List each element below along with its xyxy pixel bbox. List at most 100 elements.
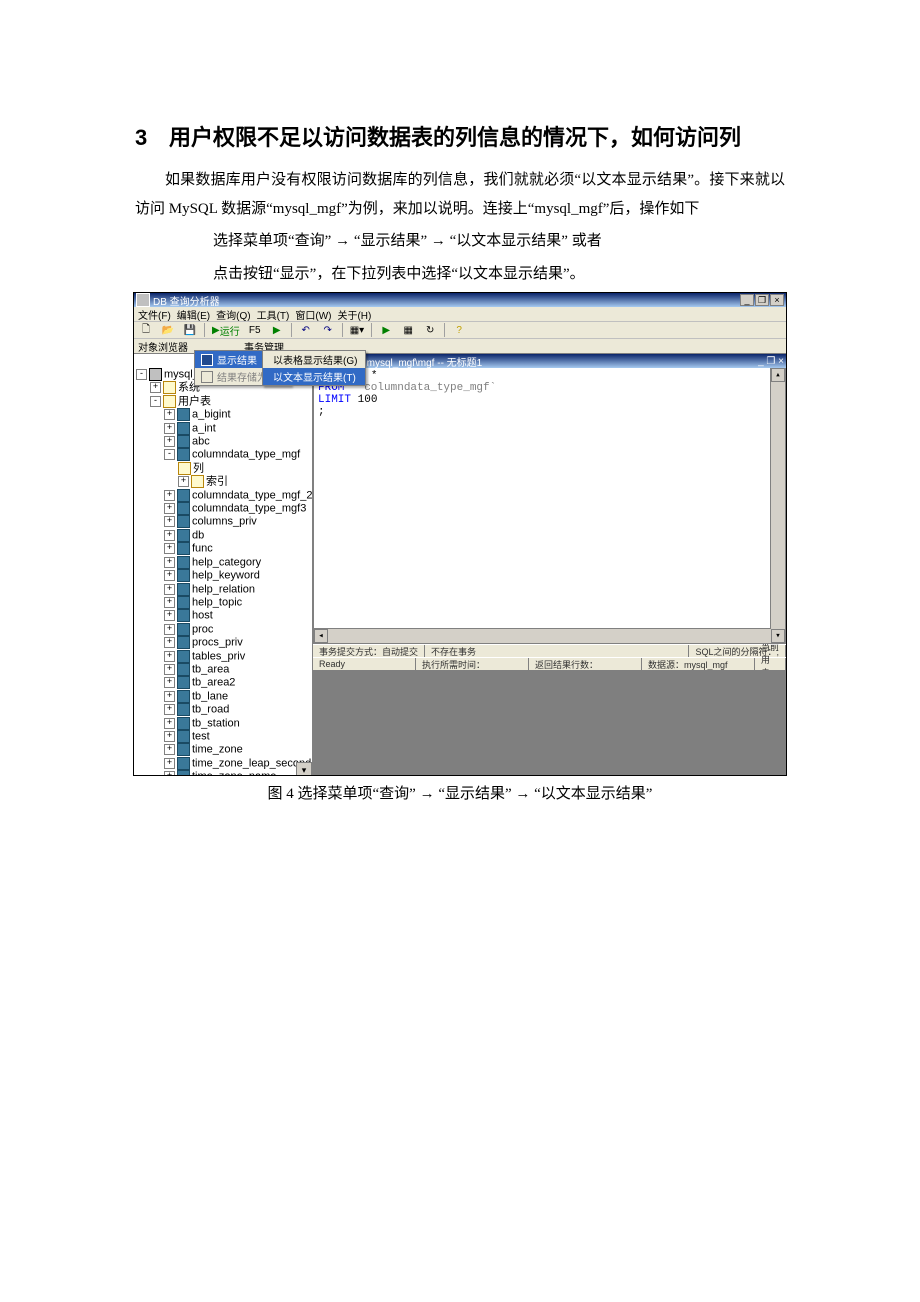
expander-icon[interactable]: + bbox=[164, 557, 175, 568]
results-button[interactable]: ▦ bbox=[398, 322, 418, 338]
tree-table-open[interactable]: - columndata_type_mgf bbox=[134, 448, 312, 461]
tree-table[interactable]: +tb_area bbox=[134, 663, 312, 676]
sql-editor[interactable]: SELECT * FROM `columndata_type_mgf` LIMI… bbox=[313, 368, 786, 644]
menu-file[interactable]: 文件(F) bbox=[138, 307, 171, 322]
tree-table[interactable]: +host bbox=[134, 609, 312, 622]
menu-query[interactable]: 查询(Q) bbox=[216, 307, 250, 322]
tree-columns-folder[interactable]: 列 bbox=[134, 462, 312, 475]
new-button[interactable]: 🗋 bbox=[136, 322, 156, 338]
expander-icon[interactable]: + bbox=[164, 771, 175, 776]
expander-icon[interactable]: + bbox=[178, 476, 189, 487]
expander-icon[interactable]: + bbox=[164, 637, 175, 648]
display-dropdown-button[interactable]: ▦▾ bbox=[347, 322, 367, 338]
expander-icon[interactable]: + bbox=[164, 597, 175, 608]
tree-table[interactable]: +help_relation bbox=[134, 583, 312, 596]
expander-icon[interactable]: + bbox=[164, 409, 175, 420]
expander-icon[interactable]: + bbox=[164, 744, 175, 755]
tree-table[interactable]: +a_int bbox=[134, 422, 312, 435]
menu-item-text-results[interactable]: 以文本显示结果(T) bbox=[263, 368, 365, 385]
help-button[interactable]: ? bbox=[449, 322, 469, 338]
expander-icon[interactable]: - bbox=[136, 369, 147, 380]
expander-icon[interactable]: - bbox=[164, 449, 175, 460]
menu-item-grid-results[interactable]: 以表格显示结果(G) bbox=[263, 351, 365, 368]
close-button[interactable]: × bbox=[770, 294, 784, 306]
run-button[interactable]: ▶ 运行 bbox=[209, 322, 243, 338]
expander-icon[interactable]: + bbox=[164, 731, 175, 742]
tree-table[interactable]: +time_zone_leap_second bbox=[134, 757, 312, 770]
expander-icon[interactable]: + bbox=[164, 691, 175, 702]
scroll-down-button[interactable]: ▾ bbox=[296, 762, 312, 776]
save-button[interactable]: 💾 bbox=[180, 322, 200, 338]
tree-table[interactable]: +time_zone bbox=[134, 743, 312, 756]
expander-icon[interactable]: + bbox=[164, 530, 175, 541]
tree-table[interactable]: +test bbox=[134, 730, 312, 743]
undo-button[interactable]: ↶ bbox=[296, 322, 316, 338]
menu-tools[interactable]: 工具(T) bbox=[257, 307, 290, 322]
scroll-left-button[interactable]: ◂ bbox=[314, 629, 328, 643]
tree-user-tables-folder[interactable]: -用户表 bbox=[134, 395, 312, 408]
maximize-button[interactable]: ❐ bbox=[755, 294, 769, 306]
step-button[interactable]: ▶ bbox=[267, 322, 287, 338]
display-results-submenu: 以表格显示结果(G) 以文本显示结果(T) bbox=[262, 350, 366, 386]
horizontal-scrollbar[interactable]: ◂ bbox=[314, 628, 771, 643]
redo-button[interactable]: ↷ bbox=[318, 322, 338, 338]
menu-help[interactable]: 关于(H) bbox=[337, 307, 371, 322]
tree-table[interactable]: +func bbox=[134, 542, 312, 555]
expander-icon[interactable]: + bbox=[164, 543, 175, 554]
expander-icon[interactable]: + bbox=[164, 610, 175, 621]
expander-icon[interactable]: + bbox=[164, 664, 175, 675]
editor-maximize-button[interactable]: ❐ bbox=[766, 356, 775, 367]
expander-icon[interactable]: + bbox=[164, 677, 175, 688]
tab-object-browser[interactable]: 对象浏览器 bbox=[138, 339, 188, 354]
expander-icon[interactable]: + bbox=[164, 651, 175, 662]
menu-edit[interactable]: 编辑(E) bbox=[177, 307, 210, 322]
tree-table[interactable]: +columns_priv bbox=[134, 515, 312, 528]
editor-window-controls: _ ❐ × bbox=[758, 356, 784, 367]
mdi-background bbox=[313, 670, 786, 776]
expander-icon[interactable]: + bbox=[164, 584, 175, 595]
tree-table[interactable]: +tb_area2 bbox=[134, 676, 312, 689]
tree-table[interactable]: +help_category bbox=[134, 556, 312, 569]
tree-table[interactable]: +tb_station bbox=[134, 717, 312, 730]
vertical-scrollbar[interactable]: ▴ ▾ bbox=[770, 368, 785, 643]
tree-table[interactable]: +time_zone_name bbox=[134, 770, 312, 776]
tree-table[interactable]: +abc bbox=[134, 435, 312, 448]
tree-table[interactable]: +columndata_type_mgf3 bbox=[134, 502, 312, 515]
refresh-button[interactable]: ↻ bbox=[420, 322, 440, 338]
editor-minimize-button[interactable]: _ bbox=[758, 356, 764, 367]
expander-icon[interactable]: - bbox=[150, 396, 161, 407]
tree-table[interactable]: +a_bigint bbox=[134, 408, 312, 421]
ico-tbl-icon bbox=[177, 448, 190, 461]
tree-table[interactable]: +tb_lane bbox=[134, 690, 312, 703]
expander-icon[interactable]: + bbox=[164, 516, 175, 527]
editor-pane: ▦ 新查询 -- mysql_mgf\mgf -- 无标题1 _ ❐ × SEL… bbox=[313, 354, 786, 776]
menu-window[interactable]: 窗口(W) bbox=[295, 307, 331, 322]
expander-icon[interactable]: + bbox=[164, 503, 175, 514]
scroll-down-button[interactable]: ▾ bbox=[771, 629, 785, 643]
exec-button[interactable]: ▶ bbox=[376, 322, 396, 338]
tree-table[interactable]: +columndata_type_mgf_2 bbox=[134, 489, 312, 502]
tree-table[interactable]: +proc bbox=[134, 623, 312, 636]
expander-icon[interactable]: + bbox=[164, 423, 175, 434]
expander-icon[interactable]: + bbox=[164, 570, 175, 581]
tree-index-folder[interactable]: +索引 bbox=[134, 475, 312, 488]
tree-table[interactable]: +procs_priv bbox=[134, 636, 312, 649]
open-button[interactable]: 📂 bbox=[158, 322, 178, 338]
expander-icon[interactable]: + bbox=[150, 382, 161, 393]
scroll-up-button[interactable]: ▴ bbox=[771, 368, 785, 382]
editor-close-button[interactable]: × bbox=[778, 356, 784, 367]
tree-table[interactable]: +db bbox=[134, 529, 312, 542]
tree-label: columndata_type_mgf bbox=[192, 449, 300, 461]
expander-icon[interactable]: + bbox=[164, 490, 175, 501]
expander-icon[interactable]: + bbox=[164, 718, 175, 729]
tree-table[interactable]: +tb_road bbox=[134, 703, 312, 716]
expander-icon[interactable]: + bbox=[164, 624, 175, 635]
object-browser-tree[interactable]: × -mysql_m+系统-用户表+a_bigint+a_int+abc-col… bbox=[134, 354, 313, 776]
expander-icon[interactable]: + bbox=[164, 436, 175, 447]
expander-icon[interactable]: + bbox=[164, 758, 175, 769]
expander-icon[interactable]: + bbox=[164, 704, 175, 715]
tree-table[interactable]: +tables_priv bbox=[134, 650, 312, 663]
tree-table[interactable]: +help_topic bbox=[134, 596, 312, 609]
minimize-button[interactable]: _ bbox=[740, 294, 754, 306]
tree-table[interactable]: +help_keyword bbox=[134, 569, 312, 582]
